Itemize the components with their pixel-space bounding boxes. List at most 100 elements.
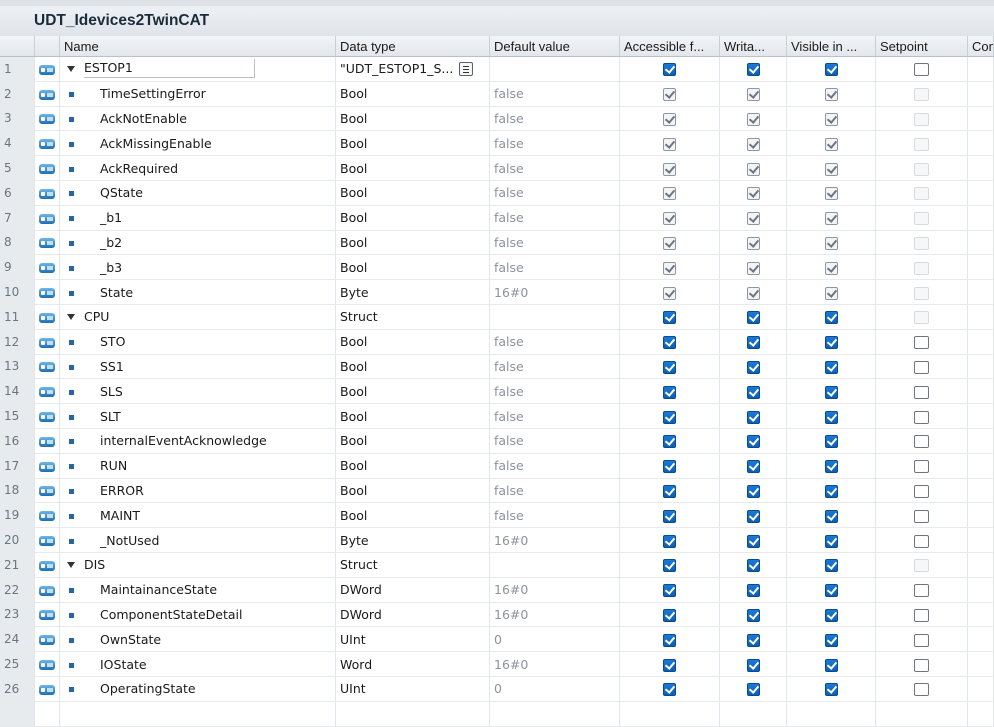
comment-cell[interactable]	[967, 676, 994, 702]
accessible-checkbox[interactable]	[663, 484, 676, 498]
default-value-cell[interactable]: false	[489, 180, 620, 206]
name-cell[interactable]: _b2	[59, 230, 336, 256]
setpoint-checkbox[interactable]	[914, 534, 929, 548]
table-row[interactable]: 19 MAINT Bool false	[0, 502, 994, 529]
name-cell[interactable]: ESTOP1	[59, 56, 336, 82]
expand-triangle-icon[interactable]	[67, 66, 75, 73]
data-type-cell[interactable]: Bool	[335, 329, 490, 355]
table-row[interactable]: 7 _b1 Bool false	[0, 205, 994, 231]
row-number-header[interactable]	[0, 36, 35, 57]
comment-cell[interactable]	[967, 453, 994, 479]
comment-cell[interactable]	[967, 403, 994, 429]
setpoint-checkbox[interactable]	[914, 484, 929, 498]
empty-cell[interactable]	[967, 701, 994, 727]
table-row[interactable]: 5 AckRequired Bool false	[0, 155, 994, 181]
data-type-cell[interactable]: Word	[335, 651, 490, 677]
data-type-cell[interactable]: Byte	[335, 279, 490, 305]
default-value-cell[interactable]: 16#0	[489, 651, 620, 677]
setpoint-checkbox[interactable]	[914, 63, 929, 77]
data-type-cell[interactable]: Bool	[335, 428, 490, 454]
name-cell[interactable]: QState	[59, 180, 336, 206]
comment-cell[interactable]	[967, 478, 994, 504]
visible-checkbox[interactable]	[824, 385, 838, 399]
column-header-default-value[interactable]: Default value	[489, 36, 620, 57]
setpoint-checkbox[interactable]	[914, 584, 929, 598]
writable-checkbox[interactable]	[746, 311, 760, 325]
default-value-cell[interactable]: false	[489, 378, 620, 405]
visible-checkbox[interactable]	[824, 534, 838, 548]
default-value-cell[interactable]: 0	[489, 626, 620, 653]
accessible-checkbox[interactable]	[663, 410, 676, 424]
empty-cell[interactable]	[786, 701, 876, 727]
visible-checkbox[interactable]	[824, 360, 838, 374]
name-cell[interactable]: CPU	[59, 304, 336, 330]
table-row[interactable]: 3 AckNotEnable Bool false	[0, 106, 994, 132]
data-type-cell[interactable]: Bool	[335, 354, 490, 380]
data-type-cell[interactable]: UInt	[335, 626, 490, 653]
table-row[interactable]: 2 TimeSettingError Bool false	[0, 81, 994, 107]
comment-cell[interactable]	[967, 180, 994, 206]
setpoint-checkbox[interactable]	[914, 683, 929, 697]
visible-checkbox[interactable]	[824, 484, 838, 498]
writable-checkbox[interactable]	[746, 559, 760, 573]
writable-checkbox[interactable]	[746, 63, 760, 77]
writable-checkbox[interactable]	[746, 360, 760, 374]
name-cell[interactable]: DIS	[59, 552, 336, 578]
default-value-cell[interactable]: false	[489, 205, 620, 231]
accessible-checkbox[interactable]	[663, 559, 676, 573]
data-type-cell[interactable]: Bool	[335, 106, 490, 132]
writable-checkbox[interactable]	[746, 435, 760, 449]
add-new-row[interactable]	[0, 701, 994, 727]
column-header-writable[interactable]: Writa...	[719, 36, 787, 57]
empty-cell[interactable]	[59, 701, 336, 727]
empty-cell[interactable]	[335, 701, 490, 727]
table-row[interactable]: 18 ERROR Bool false	[0, 478, 994, 504]
data-type-cell[interactable]: Bool	[335, 478, 490, 504]
accessible-checkbox[interactable]	[663, 460, 676, 474]
comment-cell[interactable]	[967, 626, 994, 653]
table-row[interactable]: 17 RUN Bool false	[0, 453, 994, 479]
column-header-name[interactable]: Name	[59, 36, 336, 57]
name-cell[interactable]: _NotUsed	[59, 527, 336, 553]
default-value-cell[interactable]	[489, 56, 620, 82]
visible-checkbox[interactable]	[824, 683, 838, 697]
writable-checkbox[interactable]	[746, 484, 760, 498]
comment-cell[interactable]	[967, 81, 994, 107]
setpoint-checkbox[interactable]	[914, 658, 929, 672]
comment-cell[interactable]	[967, 354, 994, 380]
accessible-checkbox[interactable]	[663, 435, 676, 449]
table-row[interactable]: 13 SS1 Bool false	[0, 354, 994, 380]
default-value-cell[interactable]: 16#0	[489, 279, 620, 305]
comment-cell[interactable]	[967, 378, 994, 405]
icon-column-header[interactable]	[34, 36, 60, 57]
data-type-cell[interactable]: Bool	[335, 155, 490, 181]
writable-checkbox[interactable]	[746, 336, 760, 350]
setpoint-checkbox[interactable]	[914, 509, 929, 523]
data-type-cell[interactable]: Bool	[335, 403, 490, 429]
name-cell[interactable]: OwnState	[59, 626, 336, 653]
setpoint-checkbox[interactable]	[914, 435, 929, 449]
data-type-cell[interactable]: Bool	[335, 230, 490, 256]
setpoint-checkbox[interactable]	[914, 608, 929, 622]
writable-checkbox[interactable]	[746, 509, 760, 523]
writable-checkbox[interactable]	[746, 608, 760, 622]
data-type-cell[interactable]: Bool	[335, 502, 490, 529]
visible-checkbox[interactable]	[824, 509, 838, 523]
default-value-cell[interactable]: false	[489, 230, 620, 256]
table-row[interactable]: 4 AckMissingEnable Bool false	[0, 130, 994, 157]
comment-cell[interactable]	[967, 279, 994, 305]
data-type-cell[interactable]: Struct	[335, 552, 490, 578]
default-value-cell[interactable]: 0	[489, 676, 620, 702]
data-type-cell[interactable]: Bool	[335, 81, 490, 107]
empty-cell[interactable]	[34, 701, 60, 727]
table-row[interactable]: 8 _b2 Bool false	[0, 230, 994, 256]
setpoint-checkbox[interactable]	[914, 336, 929, 350]
comment-cell[interactable]	[967, 155, 994, 181]
table-row[interactable]: 25 IOState Word 16#0	[0, 651, 994, 677]
visible-checkbox[interactable]	[824, 63, 838, 77]
accessible-checkbox[interactable]	[663, 360, 676, 374]
name-cell[interactable]: MAINT	[59, 502, 336, 529]
name-cell[interactable]: OperatingState	[59, 676, 336, 702]
writable-checkbox[interactable]	[746, 584, 760, 598]
comment-cell[interactable]	[967, 254, 994, 281]
